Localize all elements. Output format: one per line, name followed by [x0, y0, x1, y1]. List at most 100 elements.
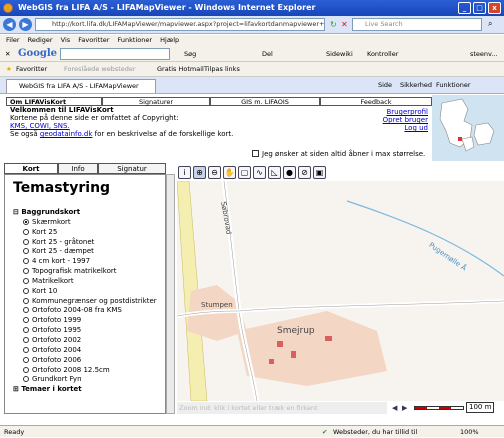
radio-button[interactable]: [23, 238, 29, 245]
tab-signature[interactable]: Signatur: [98, 163, 166, 174]
menu-help[interactable]: Hjælp: [160, 36, 179, 44]
menu-favorites[interactable]: Favoritter: [78, 36, 109, 44]
search-icon[interactable]: ⌕: [488, 19, 492, 29]
tab-info[interactable]: Info: [58, 163, 98, 174]
tab-gis[interactable]: GIS m. LIFAOIS: [210, 97, 320, 106]
share-button[interactable]: Del: [262, 46, 273, 62]
tab-map[interactable]: Kort: [4, 163, 58, 174]
minimize-button[interactable]: _: [458, 2, 471, 14]
user-button[interactable]: steenv...: [470, 46, 498, 62]
map-option[interactable]: Grundkort Fyn: [23, 375, 157, 385]
scroll-right-icon[interactable]: ▶: [402, 404, 407, 412]
info-tool-icon[interactable]: i: [178, 166, 191, 179]
map-option-label: Matrikelkort: [32, 276, 74, 285]
map-option[interactable]: Ortofoto 2008 12.5cm: [23, 366, 157, 376]
circle-tool-icon[interactable]: ●: [283, 166, 296, 179]
sidewiki-button[interactable]: Sidewiki: [326, 46, 353, 62]
close-toolbar-icon[interactable]: ✕: [5, 46, 10, 62]
google-search-button[interactable]: Søg: [184, 46, 196, 62]
radio-button[interactable]: [23, 228, 29, 235]
back-button[interactable]: ◀: [3, 18, 16, 31]
map-view[interactable]: Søbrovad Stumpen Smejrup Pugemølle Å: [177, 181, 504, 401]
radio-button[interactable]: [23, 346, 29, 353]
full-extent-icon[interactable]: ▢: [238, 166, 251, 179]
measure-area-icon[interactable]: ◺: [268, 166, 281, 179]
map-option[interactable]: Ortofoto 2004: [23, 346, 157, 356]
clear-tool-icon[interactable]: ⊘: [298, 166, 311, 179]
map-option[interactable]: Kort 10: [23, 287, 157, 297]
radio-button[interactable]: [23, 277, 29, 284]
suggested-sites-link[interactable]: Foreslåede websteder: [64, 62, 136, 77]
map-option[interactable]: Kort 25: [23, 228, 157, 238]
user-profile-link[interactable]: Brugerprofil: [368, 108, 428, 116]
map-option[interactable]: Ortofoto 2002: [23, 336, 157, 346]
browser-tab[interactable]: WebGIS fra LIFA A/S - LIFAMapViewer: [6, 79, 156, 93]
menu-edit[interactable]: Rediger: [28, 36, 53, 44]
tab-about[interactable]: Om LIFAVisKort: [6, 97, 102, 106]
map-option[interactable]: Skærmkort: [23, 218, 157, 228]
security-menu[interactable]: Sikkerhed: [400, 77, 432, 94]
favorites-button[interactable]: Favoritter: [16, 62, 47, 77]
map-option[interactable]: Ortofoto 2004-08 fra KMS: [23, 306, 157, 316]
max-size-checkbox[interactable]: [252, 150, 259, 157]
radio-button[interactable]: [23, 297, 29, 304]
google-search-input[interactable]: [60, 48, 170, 60]
radio-button[interactable]: [23, 258, 29, 265]
tab-feedback[interactable]: Feedback: [320, 97, 432, 106]
url-input[interactable]: http://kort.lifa.dk/LIFAMapViewer/mapvie…: [35, 18, 325, 31]
zoom-in-tool-icon[interactable]: ⊕: [193, 166, 206, 179]
logout-link[interactable]: Log ud: [368, 124, 428, 132]
print-tool-icon[interactable]: ▣: [313, 166, 326, 179]
radio-button[interactable]: [23, 366, 29, 373]
scroll-left-icon[interactable]: ◀: [392, 404, 397, 412]
tab-signatures[interactable]: Signaturer: [102, 97, 210, 106]
map-option[interactable]: Ortofoto 2006: [23, 356, 157, 366]
map-option[interactable]: Ortofoto 1995: [23, 326, 157, 336]
menu-file[interactable]: Filer: [6, 36, 20, 44]
measure-line-icon[interactable]: ∿: [253, 166, 266, 179]
geodatainfo-link[interactable]: geodatainfo.dk: [40, 130, 93, 138]
search-input[interactable]: Live Search: [352, 18, 482, 31]
radio-button[interactable]: [23, 248, 29, 255]
map-option[interactable]: 4 cm kort - 1997: [23, 257, 157, 267]
stop-icon[interactable]: ✕: [341, 20, 348, 29]
map-option[interactable]: Kommunegrænser og postdistrikter: [23, 297, 157, 307]
customize-links[interactable]: Tilpas links: [204, 62, 240, 77]
map-option-label: Kort 10: [32, 286, 58, 295]
map-option[interactable]: Kort 25 - dæmpet: [23, 247, 157, 257]
close-button[interactable]: x: [488, 2, 501, 14]
refresh-icon[interactable]: ↻: [330, 20, 337, 29]
forward-button[interactable]: ▶: [19, 18, 32, 31]
check-button[interactable]: Kontroller: [367, 46, 398, 62]
map-option[interactable]: Matrikelkort: [23, 277, 157, 287]
overview-map[interactable]: [432, 95, 504, 161]
maximize-button[interactable]: □: [473, 2, 486, 14]
map-option[interactable]: Kort 25 - gråtonet: [23, 238, 157, 248]
hotmail-link[interactable]: Gratis Hotmail: [157, 62, 204, 77]
group-temaer[interactable]: Temaer i kortet: [21, 385, 81, 393]
zoom-level[interactable]: 100%: [460, 426, 479, 438]
menu-view[interactable]: Vis: [61, 36, 71, 44]
expand-icon[interactable]: ⊞: [13, 385, 19, 393]
radio-button[interactable]: [23, 317, 29, 324]
radio-button[interactable]: [23, 376, 29, 383]
panel-scrollbar[interactable]: [166, 174, 175, 414]
radio-button[interactable]: [23, 268, 29, 275]
radio-button[interactable]: [23, 356, 29, 363]
create-user-link[interactable]: Opret bruger: [368, 116, 428, 124]
radio-button[interactable]: [23, 336, 29, 343]
radio-button[interactable]: [23, 287, 29, 294]
collapse-icon[interactable]: ⊟: [13, 208, 19, 216]
map-option[interactable]: Ortofoto 1999: [23, 316, 157, 326]
tools-menu[interactable]: Funktioner: [436, 77, 471, 94]
menu-tools[interactable]: Funktioner: [118, 36, 153, 44]
radio-button[interactable]: [23, 218, 29, 225]
pan-hand-icon[interactable]: ✋: [223, 166, 236, 179]
map-option[interactable]: Topografisk matrikelkort: [23, 267, 157, 277]
page-menu[interactable]: Side: [378, 77, 392, 94]
radio-button[interactable]: [23, 327, 29, 334]
radio-button[interactable]: [23, 307, 29, 314]
group-baggrundskort[interactable]: Baggrundskort: [21, 208, 80, 216]
zoom-out-tool-icon[interactable]: ⊖: [208, 166, 221, 179]
max-size-option[interactable]: Jeg ønsker at siden altid åbner i max st…: [252, 150, 425, 158]
